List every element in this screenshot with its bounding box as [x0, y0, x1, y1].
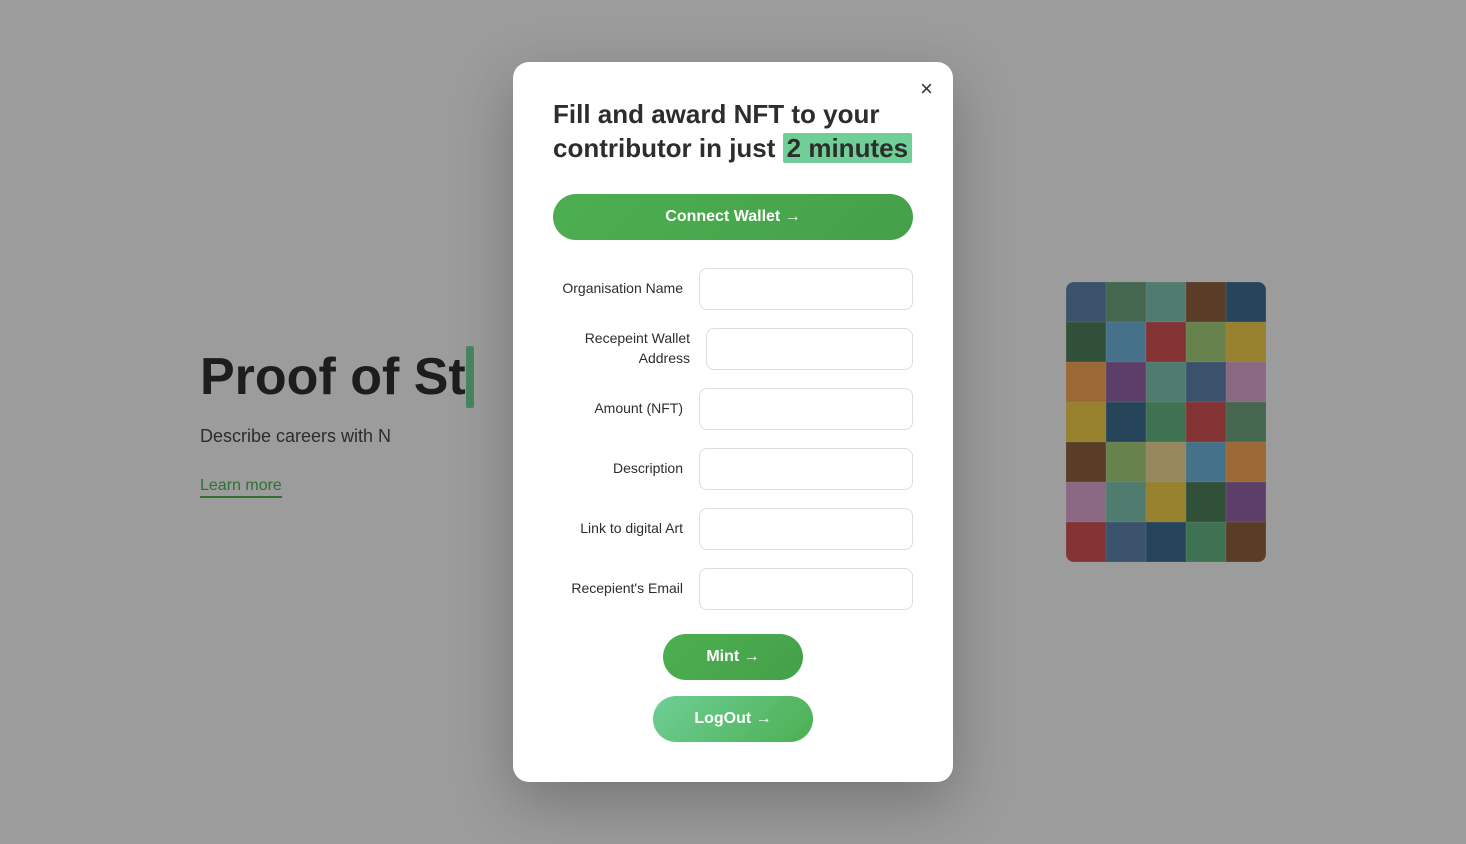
link-digital-art-row: Link to digital Art [553, 508, 913, 550]
description-row: Description [553, 448, 913, 490]
recepients-email-label: Recepient's Email [553, 579, 683, 599]
organisation-name-row: Organisation Name [553, 268, 913, 310]
link-digital-art-input[interactable] [699, 508, 913, 550]
description-label: Description [553, 459, 683, 479]
amount-label: Amount (NFT) [553, 399, 683, 419]
close-button[interactable]: × [920, 78, 933, 100]
modal-overlay: × Fill and award NFT to your contributor… [0, 0, 1466, 844]
amount-row: Amount (NFT) [553, 388, 913, 430]
amount-input[interactable] [699, 388, 913, 430]
mint-button[interactable]: Mint → [663, 634, 803, 680]
organisation-name-label: Organisation Name [553, 279, 683, 299]
description-input[interactable] [699, 448, 913, 490]
logout-button[interactable]: LogOut → [653, 696, 813, 742]
recepeint-wallet-input[interactable] [706, 328, 913, 370]
link-digital-art-label: Link to digital Art [553, 519, 683, 539]
connect-wallet-button[interactable]: Connect Wallet → [553, 194, 913, 240]
modal-container: × Fill and award NFT to your contributor… [513, 62, 953, 782]
recepeint-wallet-label: Recepeint Wallet Address [553, 329, 690, 368]
recepients-email-input[interactable] [699, 568, 913, 610]
nft-form: Organisation Name Recepeint Wallet Addre… [553, 268, 913, 610]
recepeint-wallet-row: Recepeint Wallet Address [553, 328, 913, 370]
modal-title: Fill and award NFT to your contributor i… [553, 98, 913, 166]
organisation-name-input[interactable] [699, 268, 913, 310]
recepients-email-row: Recepient's Email [553, 568, 913, 610]
